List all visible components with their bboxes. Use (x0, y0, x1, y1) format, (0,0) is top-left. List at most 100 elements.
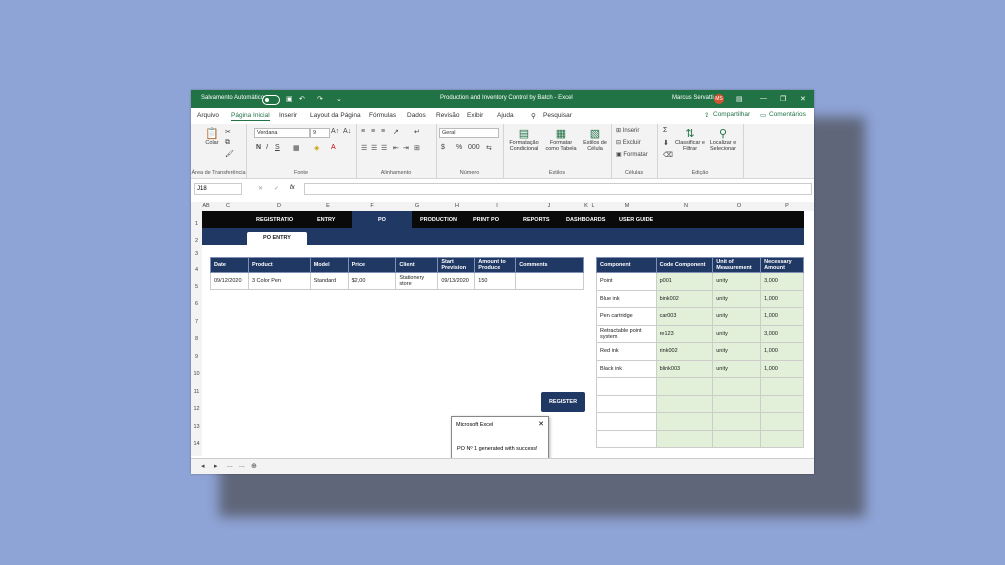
col-header[interactable]: K (584, 203, 588, 209)
number-format-select[interactable]: Geral (439, 128, 499, 138)
cell-amount[interactable]: 150 (474, 272, 517, 290)
tab-formulas[interactable]: Fórmulas (369, 112, 396, 119)
merge-icon[interactable]: ⊞ (414, 144, 420, 152)
align-middle-icon[interactable]: ≡ (371, 128, 375, 135)
align-top-icon[interactable]: ≡ (361, 128, 365, 135)
cell-code[interactable]: car003 (655, 307, 714, 326)
cell-unit[interactable]: unity (712, 272, 762, 291)
comments-button[interactable]: Comentários (769, 111, 806, 118)
row-header[interactable]: 12 (191, 406, 202, 412)
cell-code[interactable]: rink002 (655, 342, 714, 361)
decimal-icon[interactable]: ⇆ (486, 144, 492, 152)
col-header[interactable]: E (326, 203, 330, 209)
cell-amount[interactable]: 1,000 (760, 342, 804, 361)
cell-comments[interactable] (515, 272, 584, 290)
cell-empty[interactable] (655, 429, 714, 448)
bold-icon[interactable]: N (256, 144, 261, 151)
italic-icon[interactable]: I (266, 144, 268, 151)
function-icon[interactable]: fx (290, 185, 295, 191)
cell-component[interactable]: Red ink (596, 342, 657, 361)
align-center-icon[interactable]: ☰ (371, 144, 377, 152)
font-name-select[interactable]: Verdana (254, 128, 310, 138)
cell-code[interactable]: bink002 (655, 289, 714, 308)
name-box[interactable]: J18 (194, 183, 242, 195)
clear-icon[interactable]: ⌫ (663, 151, 673, 159)
search-icon[interactable]: ⚲ (531, 112, 536, 120)
grow-font-icon[interactable]: A↑ (331, 128, 339, 135)
currency-icon[interactable]: $ (441, 144, 445, 151)
col-header[interactable]: J (548, 203, 551, 209)
cut-icon[interactable]: ✂ (225, 128, 231, 136)
tab-arquivo[interactable]: Arquivo (197, 112, 219, 119)
nav-reports[interactable]: REPORTS (523, 217, 550, 223)
cell-code[interactable]: re123 (655, 324, 714, 343)
format-table-button[interactable]: ▦ Formatar como Tabela (543, 128, 579, 152)
row-header[interactable]: 6 (191, 301, 202, 307)
enter-icon[interactable]: ✓ (274, 185, 279, 192)
cell-unit[interactable]: unity (712, 324, 762, 343)
cell-start-prevision[interactable]: 09/13/2020 (437, 272, 476, 290)
orientation-icon[interactable]: ↗ (393, 128, 399, 136)
copy-icon[interactable]: ⧉ (225, 139, 230, 147)
row-header[interactable]: 8 (191, 336, 202, 342)
nav-registration[interactable]: REGISTRATIO (256, 217, 293, 223)
cell-model[interactable]: Standard (309, 272, 349, 290)
format-cells-button[interactable]: ▣ Formatar (616, 151, 648, 158)
cell-empty[interactable] (760, 377, 804, 396)
delete-cells-button[interactable]: ⊟ Excluir (616, 139, 641, 146)
cell-empty[interactable] (596, 377, 657, 396)
tab-pagina-inicial[interactable]: Página Inicial (231, 112, 270, 121)
avatar[interactable]: MS (714, 94, 724, 104)
cell-empty[interactable] (655, 412, 714, 431)
cell-date[interactable]: 09/12/2020 (210, 272, 249, 290)
redo-icon[interactable]: ↷ (317, 95, 323, 103)
row-header[interactable]: 7 (191, 319, 202, 325)
next-sheet-icon[interactable]: ▸ (214, 462, 218, 470)
cell-empty[interactable] (712, 412, 762, 431)
cell-empty[interactable] (760, 394, 804, 413)
tab-dados[interactable]: Dados (407, 112, 426, 119)
cell-amount[interactable]: 3,000 (760, 272, 804, 291)
col-header[interactable]: G (415, 203, 419, 209)
save-icon[interactable]: ▣ (286, 95, 293, 103)
cell-amount[interactable]: 1,000 (760, 359, 804, 378)
increase-indent-icon[interactable]: ⇥ (403, 144, 409, 152)
cell-empty[interactable] (596, 429, 657, 448)
nav-print-po[interactable]: PRINT PO (473, 217, 499, 223)
comma-style-icon[interactable]: 000 (468, 144, 480, 151)
cell-component[interactable]: Retractable point system (596, 324, 657, 343)
row-header[interactable]: 11 (191, 389, 202, 395)
col-header[interactable]: N (684, 203, 688, 209)
nav-dashboards[interactable]: DASHBOARDS (566, 217, 605, 223)
decrease-indent-icon[interactable]: ⇤ (393, 144, 399, 152)
restore-icon[interactable]: ❐ (780, 95, 786, 103)
nav-production[interactable]: PRODUCTION (420, 217, 457, 223)
cell-unit[interactable]: unity (712, 359, 762, 378)
cell-empty[interactable] (760, 412, 804, 431)
nav-user-guide[interactable]: USER GUIDE (619, 217, 653, 223)
cell-empty[interactable] (760, 429, 804, 448)
font-color-icon[interactable]: A (331, 144, 336, 151)
cell-code[interactable]: blink003 (655, 359, 714, 378)
more-sheets-left[interactable]: ... (227, 462, 233, 469)
row-header[interactable]: 9 (191, 354, 202, 360)
cell-amount[interactable]: 1,000 (760, 307, 804, 326)
cell-component[interactable]: Point (596, 272, 657, 291)
row-header[interactable]: 5 (191, 284, 202, 290)
tab-exibir[interactable]: Exibir (467, 112, 483, 119)
row-header[interactable]: 10 (191, 371, 202, 377)
ribbon-display-icon[interactable]: ▤ (736, 95, 743, 103)
nav-po[interactable]: PO (378, 217, 386, 223)
sort-filter-button[interactable]: ⇅ Classificar e Filtrar (675, 128, 705, 152)
share-button[interactable]: Compartilhar (713, 111, 750, 118)
fill-color-icon[interactable]: ◈ (314, 144, 319, 152)
autosave-toggle[interactable] (262, 95, 280, 105)
find-select-button[interactable]: ⚲ Localizar e Selecionar (707, 128, 739, 152)
add-sheet-icon[interactable]: ⊕ (251, 462, 257, 470)
borders-icon[interactable]: ▦ (293, 144, 300, 152)
align-right-icon[interactable]: ☰ (381, 144, 387, 152)
prev-sheet-icon[interactable]: ◂ (201, 462, 205, 470)
col-header[interactable]: D (277, 203, 281, 209)
col-header[interactable]: AB (202, 203, 209, 209)
cell-unit[interactable]: unity (712, 342, 762, 361)
